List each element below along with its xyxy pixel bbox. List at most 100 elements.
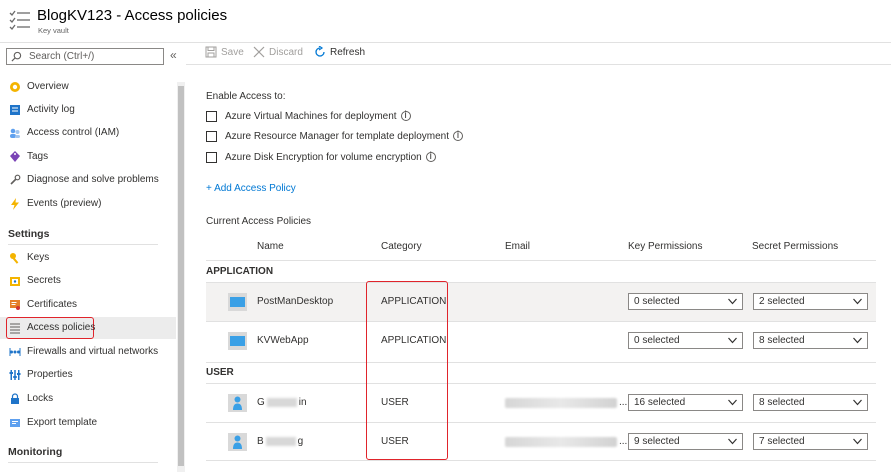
row-divider — [206, 260, 876, 261]
page-title: BlogKV123 - Access policies — [37, 7, 228, 24]
chevron-down-icon — [853, 438, 862, 445]
chevron-down-icon — [728, 399, 737, 406]
sidebar-item-locks[interactable]: Locks — [0, 388, 176, 410]
checkbox[interactable] — [206, 151, 217, 163]
sidebar-scrollbar[interactable] — [177, 82, 185, 472]
sidebar-item-events[interactable]: Events (preview) — [0, 193, 176, 215]
search-icon — [11, 51, 22, 62]
main-content: Enable Access to: Azure Virtual Machines… — [186, 64, 891, 473]
sidebar-item-access-control[interactable]: Access control (IAM) — [0, 122, 176, 144]
add-access-policy-link[interactable]: + Add Access Policy — [206, 183, 296, 194]
redacted-email — [505, 398, 617, 408]
sidebar-item-keys[interactable]: Keys — [0, 247, 176, 269]
checkbox[interactable] — [206, 130, 217, 142]
redacted-email — [505, 437, 617, 447]
email-ellipsis: ... — [619, 397, 628, 408]
column-header-email: Email — [505, 241, 531, 252]
refresh-button[interactable]: Refresh — [314, 46, 365, 58]
current-policies-heading: Current Access Policies — [206, 216, 312, 227]
certificate-icon — [10, 300, 20, 310]
column-header-secret-permissions: Secret Permissions — [752, 241, 839, 252]
app-icon — [228, 293, 247, 311]
sidebar-item-tags[interactable]: Tags — [0, 146, 176, 168]
info-icon[interactable]: i — [400, 111, 411, 121]
checkbox[interactable] — [206, 110, 217, 122]
chevron-down-icon — [728, 298, 737, 305]
sidebar-item-properties[interactable]: Properties — [0, 364, 176, 386]
option-disk-encryption[interactable]: Azure Disk Encryption for volume encrypt… — [206, 150, 436, 164]
key-permissions-dropdown[interactable]: 0 selected — [628, 293, 743, 310]
policy-name: KVWebApp — [257, 335, 309, 346]
tag-icon — [10, 151, 20, 162]
blade-header: BlogKV123 - Access policies Key vault — [0, 0, 891, 43]
sidebar-item-secrets[interactable]: Secrets — [0, 270, 176, 292]
app-icon — [228, 332, 247, 350]
policy-name: PostManDesktop — [257, 296, 334, 307]
enable-access-label: Enable Access to: — [206, 91, 286, 102]
option-vm-deployment[interactable]: Azure Virtual Machines for deployment i — [206, 109, 411, 123]
list-icon — [10, 323, 20, 334]
row-divider — [206, 362, 876, 363]
secret-permissions-dropdown[interactable]: 8 selected — [753, 394, 868, 411]
sidebar-item-diagnose[interactable]: Diagnose and solve problems — [0, 169, 176, 191]
info-icon[interactable]: i — [425, 152, 436, 162]
sidebar-item-overview[interactable]: Overview — [0, 76, 176, 98]
close-icon — [253, 46, 265, 58]
search-input[interactable]: Search (Ctrl+/) — [6, 48, 164, 65]
collapse-menu-button[interactable]: « — [170, 48, 177, 62]
table-row[interactable]: Bg USER ... 9 selected 7 selected — [206, 423, 876, 461]
lightning-icon — [11, 198, 19, 210]
properties-icon — [9, 370, 21, 380]
email-ellipsis: ... — [619, 436, 628, 447]
lock-icon — [11, 393, 19, 404]
section-divider — [8, 244, 158, 245]
network-icon — [9, 348, 21, 356]
chevron-down-icon — [728, 337, 737, 344]
export-template-icon — [10, 419, 20, 427]
save-button[interactable]: Save — [205, 46, 244, 58]
overview-icon — [10, 82, 20, 92]
search-placeholder: Search (Ctrl+/) — [29, 51, 95, 62]
section-divider — [8, 462, 158, 463]
sidebar-item-access-policies[interactable]: Access policies — [0, 317, 176, 339]
column-header-name: Name — [257, 241, 284, 252]
secret-icon — [10, 277, 20, 286]
sidebar-item-firewalls[interactable]: Firewalls and virtual networks — [0, 341, 176, 363]
key-vault-list-icon — [9, 10, 30, 30]
scrollbar-thumb[interactable] — [178, 86, 184, 466]
save-icon — [205, 46, 217, 58]
sidebar-item-export-template[interactable]: Export template — [0, 412, 176, 434]
sidebar-item-activity-log[interactable]: Activity log — [0, 99, 176, 121]
chevron-down-icon — [853, 399, 862, 406]
column-header-key-permissions: Key Permissions — [628, 241, 703, 252]
secret-permissions-dropdown[interactable]: 2 selected — [753, 293, 868, 310]
row-divider — [206, 460, 876, 461]
chevron-down-icon — [853, 298, 862, 305]
secret-permissions-dropdown[interactable]: 8 selected — [753, 332, 868, 349]
resource-menu: Search (Ctrl+/) « Overview Activity log … — [0, 42, 186, 473]
policy-name: Gin — [257, 397, 307, 408]
info-icon[interactable]: i — [453, 131, 464, 141]
table-row[interactable]: KVWebApp APPLICATION 0 selected 8 select… — [206, 322, 876, 360]
option-arm-template[interactable]: Azure Resource Manager for template depl… — [206, 129, 464, 143]
section-monitoring: Monitoring — [8, 446, 63, 458]
key-permissions-dropdown[interactable]: 16 selected — [628, 394, 743, 411]
policy-name: Bg — [257, 436, 304, 447]
command-bar: Save Discard Refresh — [186, 42, 891, 65]
key-icon — [10, 253, 19, 264]
user-icon — [228, 394, 247, 412]
user-icon — [228, 433, 247, 451]
sidebar-item-certificates[interactable]: Certificates — [0, 294, 176, 316]
table-row[interactable]: Gin USER ... 16 selected 8 selected — [206, 384, 876, 422]
group-application: APPLICATION — [206, 266, 274, 277]
key-permissions-dropdown[interactable]: 0 selected — [628, 332, 743, 349]
group-user: USER — [206, 367, 234, 378]
discard-button[interactable]: Discard — [253, 46, 303, 58]
table-row[interactable]: PostManDesktop APPLICATION 0 selected 2 … — [206, 283, 876, 321]
chevron-down-icon — [728, 438, 737, 445]
secret-permissions-dropdown[interactable]: 7 selected — [753, 433, 868, 450]
activity-log-icon — [10, 105, 20, 115]
refresh-icon — [315, 46, 325, 57]
chevron-down-icon — [853, 337, 862, 344]
key-permissions-dropdown[interactable]: 9 selected — [628, 433, 743, 450]
